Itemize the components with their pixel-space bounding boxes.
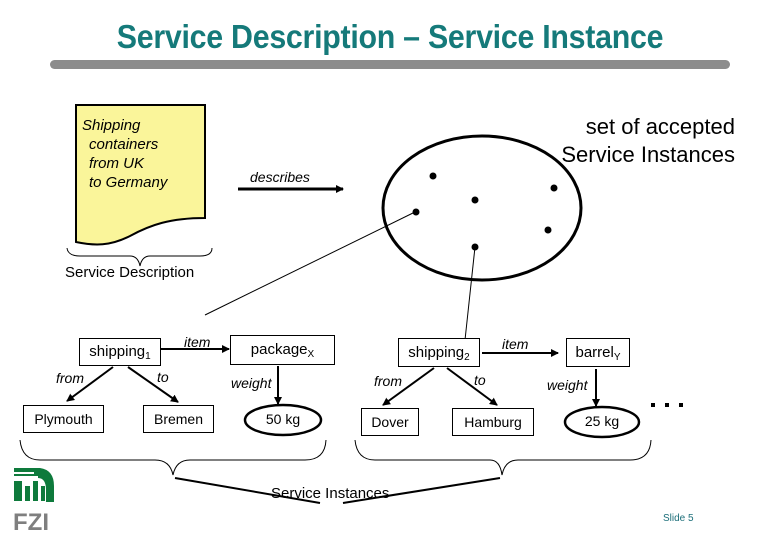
fzi-logo-icon: FZI xyxy=(13,468,54,536)
instance-set-label: set of accepted Service Instances xyxy=(560,113,735,169)
weight-value-2: 25 kg xyxy=(584,413,620,429)
item-label-1: item xyxy=(184,334,211,350)
slide-number: Slide 5 xyxy=(663,513,694,524)
to-label-1: to xyxy=(157,369,169,385)
document-line: to Germany xyxy=(89,174,168,191)
document-text: Shipping containers from UK to Germany xyxy=(82,116,167,192)
connector-line-2 xyxy=(464,246,476,341)
from-node-1: Plymouth xyxy=(23,405,104,433)
to-label-2: to xyxy=(474,372,486,388)
fzi-logo-text: FZI xyxy=(13,509,49,536)
to-node-1: Bremen xyxy=(143,405,214,433)
instance-set-ellipse xyxy=(381,134,583,282)
item-node-2: barrelY xyxy=(566,338,630,367)
weight-label-1: weight xyxy=(231,375,272,391)
instances-brace-left xyxy=(19,439,327,476)
item-node-1: packageX xyxy=(230,335,335,365)
connector-line-1 xyxy=(204,211,416,316)
to-arrow-2 xyxy=(446,367,498,406)
shipping-node-2-sub: 2 xyxy=(464,352,470,363)
document-line: Shipping xyxy=(82,117,141,134)
to-arrow-1 xyxy=(127,366,179,403)
instances-brace-right xyxy=(354,439,652,476)
shipping-node-2: shipping2 xyxy=(398,338,480,367)
item-node-1-sub: X xyxy=(307,349,315,360)
document-line: containers xyxy=(89,136,159,153)
describes-label: describes xyxy=(250,169,310,185)
item-node-2-sub: Y xyxy=(613,352,621,363)
ellipsis-dots xyxy=(651,403,683,407)
instance-set-label-line1: set of accepted xyxy=(585,114,735,139)
weight-value-1: 50 kg xyxy=(265,411,301,427)
instance-point xyxy=(412,208,420,216)
shipping-node-2-label: shipping xyxy=(408,344,465,361)
shipping-node-1-label: shipping xyxy=(89,343,146,360)
from-label-1: from xyxy=(56,370,84,386)
weight-label-2: weight xyxy=(547,377,588,393)
service-instances-label: Service Instances xyxy=(271,485,390,502)
instance-set-label-line2: Service Instances xyxy=(561,142,735,167)
instance-point xyxy=(550,184,558,192)
instance-point xyxy=(429,172,437,180)
from-node-2: Dover xyxy=(361,408,419,436)
instance-point xyxy=(471,196,479,204)
instance-points xyxy=(412,172,558,251)
service-description-label: Service Description xyxy=(65,264,195,281)
item-label-2: item xyxy=(502,336,529,352)
from-label-2: from xyxy=(374,373,402,389)
shipping-node-1: shipping1 xyxy=(79,338,161,366)
instance-point xyxy=(544,226,552,234)
document-line: from UK xyxy=(89,155,145,172)
item-node-2-label: barrel xyxy=(575,344,614,361)
item-node-1-label: package xyxy=(250,341,308,358)
shipping-node-1-sub: 1 xyxy=(145,351,151,362)
to-node-2: Hamburg xyxy=(452,408,534,436)
